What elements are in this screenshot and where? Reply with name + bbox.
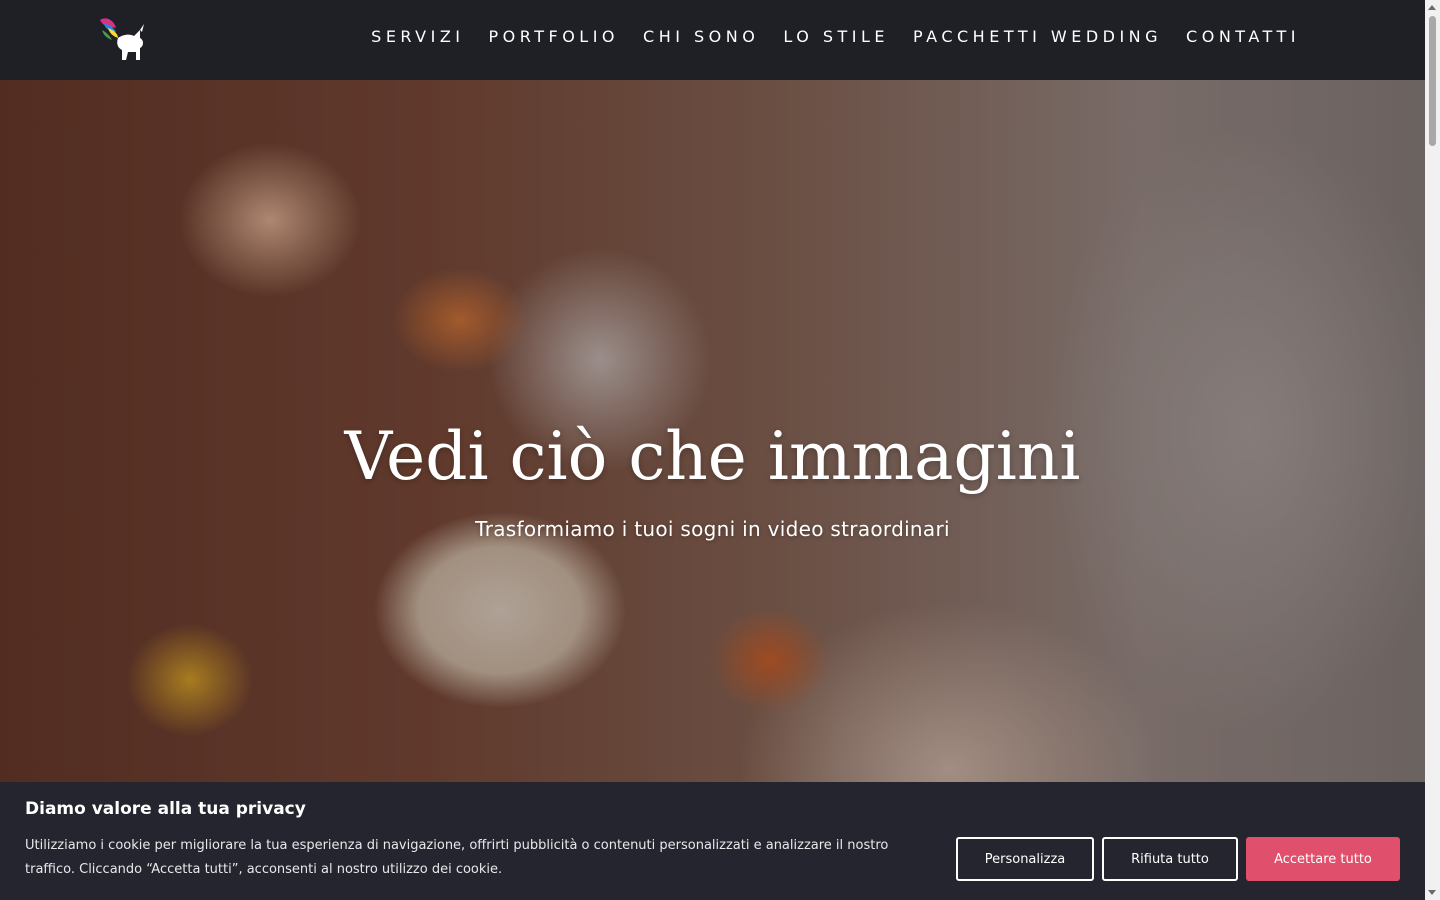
hero-title: Vedi ciò che immagini	[344, 418, 1081, 495]
cookie-description: Utilizziamo i cookie per migliorare la t…	[25, 838, 889, 877]
accept-all-button[interactable]: Accettare tutto	[1246, 837, 1400, 881]
hero-subtitle: Trasformiamo i tuoi sogni in video strao…	[475, 517, 950, 541]
nav-item-contatti[interactable]: CONTATTI	[1186, 27, 1300, 46]
cookie-title: Diamo valore alla tua privacy	[25, 799, 306, 819]
scroll-down-arrow-icon[interactable]	[1428, 890, 1436, 895]
nav-item-lo-stile[interactable]: LO STILE	[783, 27, 889, 46]
reject-all-button[interactable]: Rifiuta tutto	[1102, 837, 1238, 881]
customize-button[interactable]: Personalizza	[956, 837, 1094, 881]
nav-item-portfolio[interactable]: PORTFOLIO	[489, 27, 620, 46]
hero-section: Vedi ciò che immagini Trasformiamo i tuo…	[0, 80, 1425, 782]
nav-item-pacchetti-wedding[interactable]: PACCHETTI WEDDING	[913, 27, 1162, 46]
page-scrollbar[interactable]	[1425, 0, 1440, 900]
main-nav: SERVIZI PORTFOLIO CHI SONO LO STILE PACC…	[347, 27, 1300, 46]
unicorn-logo-icon[interactable]	[96, 16, 150, 66]
scroll-up-arrow-icon[interactable]	[1428, 5, 1436, 10]
scrollbar-thumb[interactable]	[1429, 16, 1436, 146]
site-header: SERVIZI PORTFOLIO CHI SONO LO STILE PACC…	[0, 0, 1425, 80]
cookie-banner: Diamo valore alla tua privacy Utilizziam…	[0, 782, 1425, 900]
nav-item-chi-sono[interactable]: CHI SONO	[643, 27, 759, 46]
nav-item-servizi[interactable]: SERVIZI	[371, 27, 464, 46]
